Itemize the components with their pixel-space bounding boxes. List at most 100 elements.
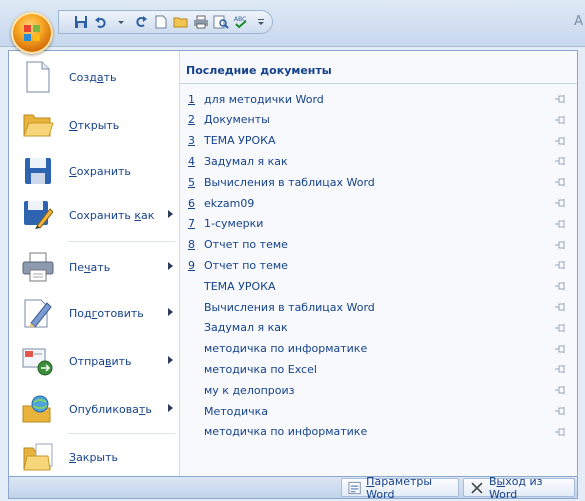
- new-label: Создать: [69, 70, 117, 84]
- pin-icon[interactable]: [555, 136, 567, 146]
- recent-document-item[interactable]: 8 Отчет по теме: [180, 235, 577, 255]
- recent-document-name: ТЕМА УРОКА: [204, 134, 276, 148]
- office-menu: Создать Открыть Сохранить Сохранить как: [8, 50, 578, 477]
- pin-icon[interactable]: [555, 94, 567, 104]
- pin-icon[interactable]: [555, 115, 567, 125]
- recent-document-number: 3: [188, 134, 195, 148]
- publish-icon: [21, 392, 55, 426]
- save-command[interactable]: Сохранить: [9, 149, 179, 193]
- recent-document-item[interactable]: Вычисления в таблицах Word: [180, 297, 577, 317]
- submenu-arrow-icon: [168, 210, 173, 218]
- separator: [67, 241, 175, 242]
- save-label: Сохранить: [69, 164, 131, 178]
- recent-document-item[interactable]: методичка по информатике: [180, 422, 577, 442]
- pin-icon[interactable]: [555, 364, 567, 374]
- save-icon: [21, 154, 55, 188]
- recent-document-item[interactable]: му к делопроиз: [180, 380, 577, 400]
- submenu-arrow-icon: [168, 356, 173, 364]
- recent-document-number: 5: [188, 175, 195, 189]
- recent-document-item[interactable]: 3 ТЕМА УРОКА: [180, 131, 577, 151]
- close-x-icon: [471, 481, 483, 494]
- recent-document-item[interactable]: ТЕМА УРОКА: [180, 276, 577, 296]
- open-command[interactable]: Открыть: [9, 103, 179, 147]
- pin-icon[interactable]: [555, 198, 567, 208]
- recent-document-item[interactable]: 7 1-сумерки: [180, 214, 577, 234]
- menu-footer: Параметры Word Выход из Word: [8, 475, 578, 501]
- recent-documents-pane: Последние документы 1 для методички Word 2…: [180, 51, 577, 476]
- recent-document-item[interactable]: Методичка: [180, 401, 577, 421]
- recent-document-name: 1-сумерки: [204, 217, 264, 231]
- recent-document-number: 6: [188, 196, 195, 210]
- recent-document-name: Вычисления в таблицах Word: [204, 175, 375, 189]
- open-icon[interactable]: [173, 14, 189, 30]
- pin-icon[interactable]: [555, 219, 567, 229]
- pin-icon[interactable]: [555, 260, 567, 270]
- pin-icon[interactable]: [555, 406, 567, 416]
- recent-document-name: ekzam09: [204, 196, 255, 210]
- pin-icon[interactable]: [555, 281, 567, 291]
- print-icon[interactable]: [193, 14, 209, 30]
- submenu-arrow-icon: [168, 404, 173, 412]
- recent-document-item[interactable]: 4 Задумал я как: [180, 151, 577, 171]
- close-folder-icon: [21, 440, 55, 474]
- prepare-command[interactable]: Подготовить: [9, 291, 179, 335]
- new-icon[interactable]: [153, 14, 169, 30]
- word-options-button[interactable]: Параметры Word: [341, 475, 459, 501]
- recent-document-name: Задумал я как: [204, 321, 288, 335]
- undo-icon[interactable]: [93, 14, 109, 30]
- submenu-arrow-icon: [168, 308, 173, 316]
- new-command[interactable]: Создать: [9, 55, 179, 99]
- save-as-command[interactable]: Сохранить как: [9, 193, 179, 237]
- undo-dropdown-icon[interactable]: [113, 14, 129, 30]
- title-bar: ABC A: [0, 0, 585, 47]
- close-label: Закрыть: [69, 450, 119, 464]
- pin-icon[interactable]: [555, 156, 567, 166]
- office-button[interactable]: [11, 12, 53, 54]
- recent-document-name: для методички Word: [204, 92, 324, 106]
- recent-document-item[interactable]: 9 Отчет по теме: [180, 255, 577, 275]
- open-label: Открыть: [69, 118, 120, 132]
- redo-icon[interactable]: [133, 14, 149, 30]
- recent-document-item[interactable]: 5 Вычисления в таблицах Word: [180, 172, 577, 192]
- prepare-icon: [21, 296, 55, 330]
- close-command[interactable]: Закрыть: [9, 435, 179, 479]
- spelling-icon[interactable]: ABC: [233, 14, 249, 30]
- recent-document-item[interactable]: 6 ekzam09: [180, 193, 577, 213]
- recent-document-number: 1: [188, 92, 195, 106]
- customize-dropdown-icon[interactable]: [253, 14, 269, 30]
- recent-document-item[interactable]: методичка по информатике: [180, 339, 577, 359]
- recent-document-name: Документы: [204, 113, 270, 127]
- exit-word-button[interactable]: Выход из Word: [463, 475, 575, 501]
- pin-icon[interactable]: [555, 323, 567, 333]
- recent-document-number: 9: [188, 258, 195, 272]
- recent-document-name: Отчет по теме: [204, 238, 288, 252]
- recent-document-name: Отчет по теме: [204, 258, 288, 272]
- recent-document-item[interactable]: методичка по Excel: [180, 359, 577, 379]
- recent-document-name: му к делопроиз: [204, 383, 295, 397]
- recent-document-name: Методичка: [204, 404, 269, 418]
- recent-document-item[interactable]: Задумал я как: [180, 318, 577, 338]
- pin-icon[interactable]: [555, 177, 567, 187]
- publish-command[interactable]: Опубликовать: [9, 387, 179, 431]
- new-document-icon: [21, 60, 55, 94]
- print-command[interactable]: Печать: [9, 245, 179, 289]
- exit-word-label: Выход из Word: [488, 474, 543, 501]
- pin-icon[interactable]: [555, 385, 567, 395]
- recent-document-name: методичка по Excel: [204, 362, 317, 376]
- print-preview-icon[interactable]: [213, 14, 229, 30]
- send-label: Отправить: [69, 354, 132, 368]
- separator: [67, 433, 175, 434]
- send-command[interactable]: Отправить: [9, 339, 179, 383]
- recent-document-number: 7: [188, 217, 195, 231]
- pin-icon[interactable]: [555, 344, 567, 354]
- word-options-label: Параметры Word: [366, 474, 433, 501]
- recent-document-item[interactable]: 2 Документы: [180, 110, 577, 130]
- recent-document-name: Вычисления в таблицах Word: [204, 300, 375, 314]
- recent-document-number: 2: [188, 113, 195, 127]
- recent-documents-title: Последние документы: [186, 64, 332, 77]
- save-icon[interactable]: [73, 14, 89, 30]
- pin-icon[interactable]: [555, 427, 567, 437]
- recent-document-item[interactable]: 1 для методички Word: [180, 89, 577, 109]
- pin-icon[interactable]: [555, 302, 567, 312]
- pin-icon[interactable]: [555, 240, 567, 250]
